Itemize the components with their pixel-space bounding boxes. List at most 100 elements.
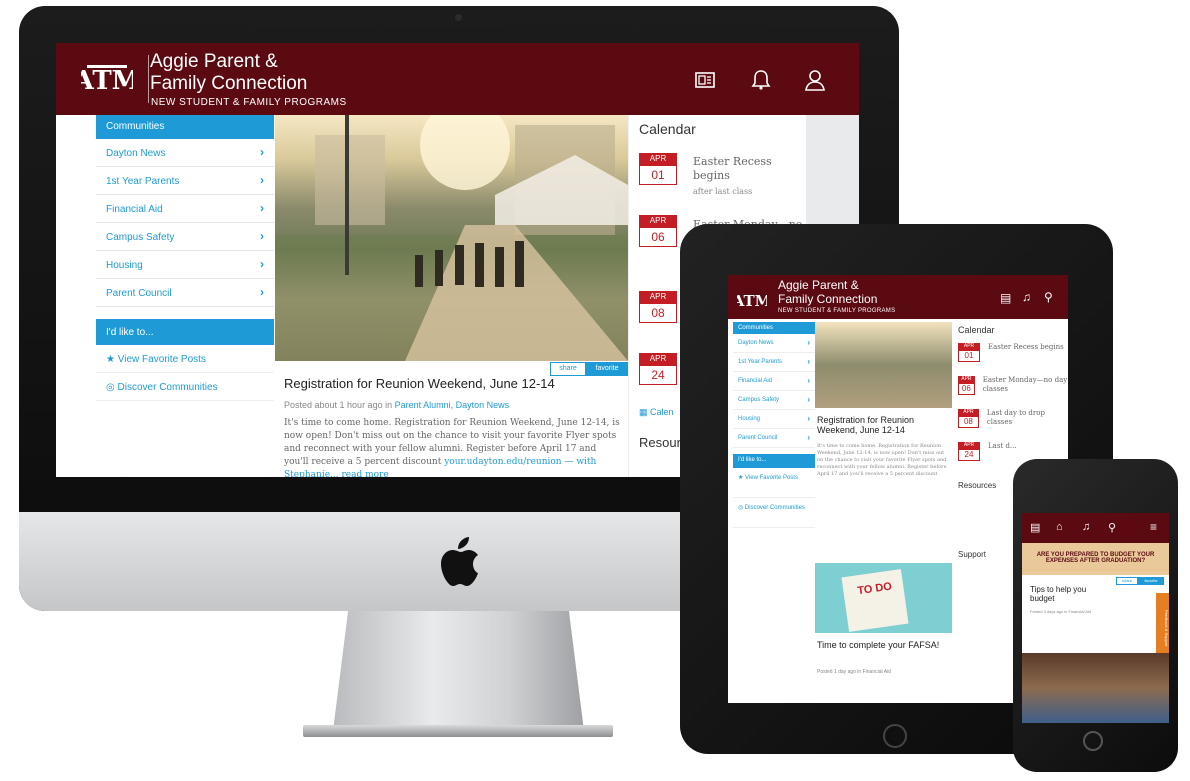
post-title[interactable]: Registration for Reunion Weekend, June 1… <box>284 376 555 391</box>
sidebar-item-label: Parent Council <box>106 288 172 299</box>
calendar-link[interactable]: ▦ Calen <box>639 407 674 418</box>
user-icon[interactable]: ⚲ <box>1108 521 1116 534</box>
sidebar-item-financial-aid[interactable]: Financial Aid › <box>733 372 815 391</box>
date-badge: APR 01 <box>639 153 677 185</box>
favorite-button[interactable]: favorite <box>586 362 628 376</box>
communities-header: Communities <box>733 322 815 334</box>
sidebar-item-label: Financial Aid <box>106 204 163 215</box>
date-day: 08 <box>958 416 979 428</box>
todo-photo[interactable]: TO DO <box>815 563 952 633</box>
hero-photo[interactable] <box>815 322 952 408</box>
date-badge: APR 06 <box>958 376 975 395</box>
calendar-icon: ▦ <box>639 407 651 417</box>
event-title[interactable]: Easter Recess begins <box>693 155 773 183</box>
sidebar-item-campus-safety[interactable]: Campus Safety › <box>733 391 815 410</box>
imac-stand <box>333 611 584 731</box>
chevron-right-icon: › <box>807 376 810 385</box>
date-month: APR <box>958 442 980 449</box>
sidebar-item-label: 1st Year Parents <box>106 176 180 187</box>
svg-text:ATM: ATM <box>81 66 133 96</box>
students-photo[interactable] <box>1022 653 1169 723</box>
discover-communities-link[interactable]: ◎ Discover Communities <box>733 498 815 528</box>
sidebar-item-dayton-news[interactable]: Dayton News › <box>96 139 274 167</box>
link-label: View Favorite Posts <box>745 475 798 481</box>
like-to-header: I'd like to... <box>96 319 274 345</box>
resources-header: Resour <box>639 435 681 450</box>
calendar-event[interactable]: APR 08 Last day to drop classes <box>958 409 1068 428</box>
post-body-link[interactable]: your.udayton.edu/reunion <box>444 457 561 467</box>
menu-icon[interactable]: ≡ <box>1150 520 1157 534</box>
chevron-right-icon: › <box>260 201 264 215</box>
header-divider <box>148 55 149 103</box>
date-month: APR <box>639 291 677 303</box>
user-icon[interactable]: ⚲ <box>1044 290 1053 304</box>
calendar-event[interactable]: APR 01 Easter Recess begins <box>958 343 1068 362</box>
chevron-right-icon: › <box>260 173 264 187</box>
date-day: 24 <box>639 365 677 385</box>
post2-title[interactable]: Time to complete your FAFSA! <box>817 640 949 650</box>
discover-communities-link[interactable]: ◎ Discover Communities <box>96 373 274 401</box>
favorite-button[interactable]: favorite <box>1138 577 1164 585</box>
link-label: Discover Communities <box>117 382 218 393</box>
communities-header: Communities <box>96 115 274 139</box>
date-day: 06 <box>639 227 677 247</box>
sidebar-item-financial-aid[interactable]: Financial Aid › <box>96 195 274 223</box>
news-icon[interactable] <box>694 69 716 91</box>
chevron-right-icon: › <box>807 414 810 423</box>
sidebar-item-parent-council[interactable]: Parent Council › <box>733 429 815 448</box>
sidebar-item-1st-year-parents[interactable]: 1st Year Parents › <box>733 353 815 372</box>
view-favorite-posts-link[interactable]: ★ View Favorite Posts <box>96 345 274 373</box>
site-subtitle: NEW STUDENT & FAMILY PROGRAMS <box>151 97 347 108</box>
chevron-right-icon: › <box>260 229 264 243</box>
graduation-cap-icon[interactable]: ⌂ <box>1056 521 1063 533</box>
calendar-event[interactable]: APR 06 Easter Monday—no day classes <box>958 376 1068 395</box>
post-body: It's time to come home. Registration for… <box>817 443 947 477</box>
sidebar-item-campus-safety[interactable]: Campus Safety › <box>96 223 274 251</box>
sidebar-item-dayton-news[interactable]: Dayton News › <box>733 334 815 353</box>
campus-photo-illustration <box>275 115 628 361</box>
atm-logo-icon[interactable]: ATM <box>81 55 133 101</box>
todo-label: TO DO <box>841 569 909 632</box>
site-title-line2: Family Connection <box>778 292 878 306</box>
phone-screen: ▤ ⌂ ♫ ⚲ ≡ ARE YOU PREPARED TO BUDGET YOU… <box>1022 513 1169 723</box>
date-month: APR <box>639 215 677 227</box>
imac-camera <box>455 14 462 21</box>
chevron-right-icon: › <box>807 357 810 366</box>
site-title-line2: Family Connection <box>150 73 308 94</box>
sidebar-item-label: Parent Council <box>738 435 778 441</box>
share-button[interactable]: share <box>550 362 586 376</box>
sidebar-item-housing[interactable]: Housing › <box>96 251 274 279</box>
news-icon[interactable]: ▤ <box>1000 291 1011 305</box>
like-to-header: I'd like to... <box>733 454 815 468</box>
date-day: 06 <box>958 383 975 395</box>
post-title[interactable]: Tips to help you budget <box>1030 585 1110 603</box>
sidebar-item-housing[interactable]: Housing › <box>733 410 815 429</box>
sidebar-item-label: Campus Safety <box>106 232 175 243</box>
calendar-header: Calendar <box>958 325 995 335</box>
post-meta: Posted about 1 hour ago in Parent Alumni… <box>284 400 509 410</box>
date-badge: APR 24 <box>958 442 980 461</box>
user-icon[interactable] <box>804 69 826 91</box>
chevron-right-icon: › <box>260 285 264 299</box>
date-day: 01 <box>639 165 677 185</box>
view-favorite-posts-link[interactable]: ★ View Favorite Posts <box>733 468 815 498</box>
hero-photo[interactable] <box>275 115 628 361</box>
budget-banner[interactable]: ARE YOU PREPARED TO BUDGET YOUR EXPENSES… <box>1022 543 1169 575</box>
post-meta-links[interactable]: Parent Alumni, Dayton News <box>395 400 510 410</box>
bell-icon[interactable]: ♫ <box>1022 290 1031 304</box>
event-title: Last d... <box>988 442 1017 450</box>
date-badge: APR 06 <box>639 215 677 247</box>
site-subtitle: NEW STUDENT & FAMILY PROGRAMS <box>778 308 896 314</box>
sidebar-item-1st-year-parents[interactable]: 1st Year Parents › <box>96 167 274 195</box>
post-title[interactable]: Registration for Reunion Weekend, June 1… <box>817 415 949 435</box>
site-title-line1: Aggie Parent & <box>150 51 278 72</box>
news-icon[interactable]: ▤ <box>1030 521 1040 534</box>
share-button[interactable]: share <box>1116 577 1138 585</box>
sidebar-item-label: Financial Aid <box>738 378 773 384</box>
bell-icon[interactable] <box>750 69 772 91</box>
atm-logo-icon[interactable]: ATM <box>737 287 767 311</box>
sidebar-item-parent-council[interactable]: Parent Council › <box>96 279 274 307</box>
chevron-right-icon: › <box>260 257 264 271</box>
event-title: Easter Monday—no day classes <box>982 376 1068 393</box>
bell-icon[interactable]: ♫ <box>1082 521 1090 533</box>
